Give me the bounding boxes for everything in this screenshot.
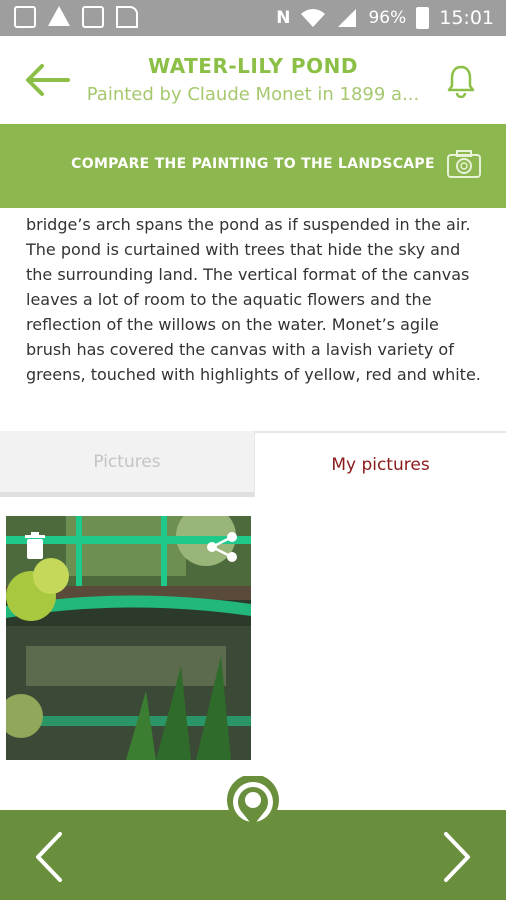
image-icon	[14, 6, 36, 28]
compare-label: COMPARE THE PAINTING TO THE LANDSCAPE	[71, 156, 435, 172]
status-system: N 96% 15:01	[276, 7, 494, 29]
tab-pictures[interactable]: Pictures	[0, 431, 254, 497]
nfc-icon: N	[276, 8, 291, 28]
compare-button[interactable]: COMPARE THE PAINTING TO THE LANDSCAPE	[0, 124, 506, 208]
signal-flag-icon	[116, 6, 138, 28]
cell-signal-icon	[338, 9, 357, 27]
battery-icon	[416, 7, 430, 29]
description-text: bridge’s arch spans the pond as if suspe…	[26, 215, 481, 384]
page-subtitle: Painted by Claude Monet in 1899 a...	[86, 84, 420, 105]
page-title: WATER-LILY POND	[148, 54, 358, 78]
tabs: Pictures My pictures	[0, 431, 506, 497]
clock: 15:01	[439, 7, 494, 29]
chevron-left-icon[interactable]	[30, 830, 70, 884]
clipboard-icon	[82, 6, 104, 28]
map-pin-icon[interactable]	[224, 776, 282, 842]
battery-percent: 96%	[368, 8, 407, 28]
wifi-icon	[301, 9, 326, 27]
bell-icon[interactable]	[446, 64, 476, 98]
header: WATER-LILY POND Painted by Claude Monet …	[0, 36, 506, 124]
arrow-left-icon[interactable]	[22, 62, 72, 98]
warning-icon	[48, 6, 70, 26]
status-bar: N 96% 15:01	[0, 0, 506, 36]
trash-icon[interactable]	[24, 532, 46, 560]
chevron-right-icon[interactable]	[436, 830, 476, 884]
tab-my-pictures[interactable]: My pictures	[254, 431, 506, 497]
user-photo-thumbnail[interactable]	[6, 516, 251, 760]
share-icon[interactable]	[205, 530, 239, 564]
status-notifications	[14, 6, 138, 28]
camera-icon[interactable]	[446, 148, 482, 180]
